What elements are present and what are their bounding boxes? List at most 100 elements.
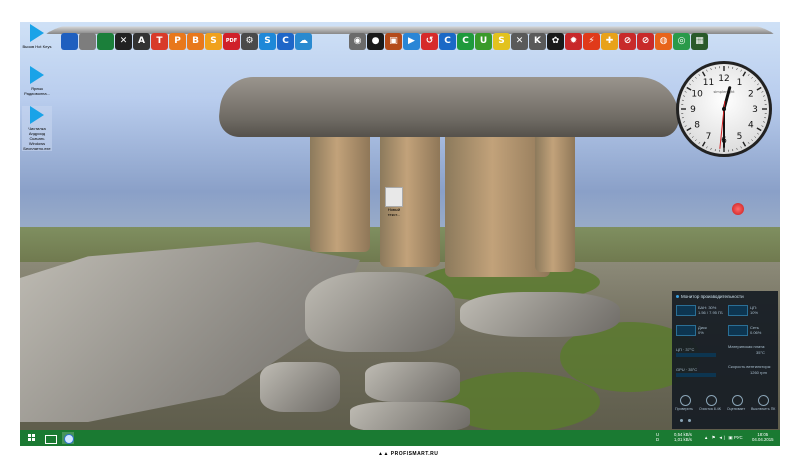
clean-button-label: Очистка 8.4K <box>699 407 722 411</box>
clock-numeral: 9 <box>690 105 696 115</box>
boulder <box>365 362 460 402</box>
ram-graph <box>676 305 696 316</box>
settings-icon[interactable]: ⚙ <box>241 33 258 50</box>
fan-label: Скорость вентилятора: <box>728 364 772 369</box>
gear-red-icon[interactable]: ✹ <box>565 33 582 50</box>
gear-icon[interactable] <box>79 33 96 50</box>
watermark: ▲▲ PROFISMART.RU <box>378 451 439 457</box>
s-icon[interactable]: S <box>205 33 222 50</box>
cpu-temp: ЦП · 37°C <box>676 347 695 352</box>
monitor-icon[interactable] <box>61 33 78 50</box>
desktop-icon-label: Чистилка Андроид Скачать Windows Бесплат… <box>23 126 51 151</box>
c-green-icon[interactable]: C <box>457 33 474 50</box>
desktop: Вызов Hot Keys Ярлык Радиоволна... Чисти… <box>20 22 780 446</box>
camera-icon[interactable]: ◉ <box>349 33 366 50</box>
t-icon[interactable]: T <box>151 33 168 50</box>
watermark-text: PROFISMART.RU <box>390 451 439 457</box>
tools-icon[interactable]: ✕ <box>115 33 132 50</box>
folder-icon <box>45 435 57 444</box>
boulder <box>260 362 340 412</box>
desktop-icon-label: Ярлык Радиоволна... <box>24 86 50 96</box>
info-icon[interactable] <box>680 419 683 422</box>
u-icon[interactable]: U <box>475 33 492 50</box>
cpu-temp-bar <box>676 353 716 357</box>
clean-button[interactable] <box>706 395 717 406</box>
net-graph <box>728 325 748 336</box>
check-button-label: Проверить <box>675 407 693 411</box>
tray-icons[interactable]: ▲ ⚑ ◄) ▣ <box>704 435 733 440</box>
s-yellow-icon[interactable]: S <box>493 33 510 50</box>
arrow-icon[interactable]: ↺ <box>421 33 438 50</box>
clock-numeral: 2 <box>748 90 754 100</box>
globe-icon[interactable] <box>97 33 114 50</box>
start-button[interactable] <box>28 434 36 442</box>
dock-right-group: ◉ ● ▣ ▶ ↺ C C U S ✕ K ✿ ✹ ⚡ ✚ ⊘ ⊘ ◍ ◎ ▦ <box>349 33 708 50</box>
b-icon[interactable]: B <box>187 33 204 50</box>
record-icon[interactable]: ● <box>367 33 384 50</box>
dolmen-pillar <box>310 122 370 252</box>
desktop-icon-new-text[interactable]: Новый текст... <box>383 187 405 217</box>
x-icon[interactable]: ✕ <box>511 33 528 50</box>
cloud-icon[interactable]: ☁ <box>295 33 312 50</box>
boulder <box>460 292 620 337</box>
clock-numeral: 12 <box>718 74 729 84</box>
gauge-icon <box>676 295 679 298</box>
c-blue-icon[interactable]: C <box>439 33 456 50</box>
pdf-icon[interactable]: PDF <box>223 33 240 50</box>
firefox-icon[interactable]: ◍ <box>655 33 672 50</box>
net-arrows: UD <box>656 432 660 442</box>
app-taskbar-icon[interactable] <box>62 432 74 444</box>
net-value: 0.06% <box>750 330 762 335</box>
disk-value: 0% <box>698 330 704 335</box>
cube-icon[interactable]: ▣ <box>385 33 402 50</box>
perf-title: Монитор производительности <box>676 294 744 299</box>
cat-icon[interactable]: ✿ <box>547 33 564 50</box>
shutdown-button[interactable] <box>758 395 769 406</box>
desktop-icon-cleaner[interactable]: Чистилка Андроид Скачать Windows Бесплат… <box>22 106 52 151</box>
gpu-temp-bar <box>676 373 716 377</box>
clock-gadget[interactable]: 123456789101112 simplenight <box>674 59 774 164</box>
flash-icon[interactable]: ⚡ <box>583 33 600 50</box>
no2-icon[interactable]: ⊘ <box>637 33 654 50</box>
shutdown-button-label: Выключить ПК <box>751 407 776 411</box>
puzzle-icon[interactable]: ✚ <box>601 33 618 50</box>
cc-icon[interactable]: C <box>277 33 294 50</box>
dock: ✕ A T P B S PDF ⚙ S C ☁ ◉ ● ▣ ▶ ↺ C C U S ✕ K ✿ ✹ ⚡ ✚ ⊘ ⊘ ◍ ◎ ▦ <box>44 26 776 52</box>
tray-date: 04.04.2015 <box>752 437 774 442</box>
clock-numeral: 3 <box>752 105 758 115</box>
avast-icon[interactable]: A <box>133 33 150 50</box>
window-icon[interactable]: ▦ <box>691 33 708 50</box>
bookmark-icon[interactable]: K <box>529 33 546 50</box>
app-icon <box>64 434 74 444</box>
check-button[interactable] <box>680 395 691 406</box>
play-icon[interactable]: ▶ <box>403 33 420 50</box>
rate-button[interactable] <box>732 395 743 406</box>
record-indicator-icon[interactable] <box>732 203 744 215</box>
desktop-icon-radio[interactable]: Ярлык Радиоволна... <box>22 66 52 96</box>
tray-clock[interactable]: 18:05 04.04.2015 <box>752 432 774 442</box>
text-file-icon <box>385 187 403 207</box>
language-indicator[interactable]: РУС <box>734 435 743 440</box>
desktop-icon-hotkeys[interactable]: Вызов Hot Keys <box>22 24 52 49</box>
rate-button-label: Оценивает <box>726 407 746 411</box>
file-explorer-taskbar-icon[interactable] <box>44 432 57 444</box>
desktop-icon-label: Новый текст... <box>387 207 401 217</box>
analog-clock: 123456789101112 simplenight <box>676 61 772 157</box>
clock-numeral: 5 <box>737 132 743 142</box>
clock-numeral: 11 <box>703 78 714 88</box>
play-icon <box>28 66 46 84</box>
play-icon <box>28 24 46 42</box>
desktop-icon-label: Вызов Hot Keys <box>22 44 52 49</box>
skype-icon[interactable]: S <box>259 33 276 50</box>
p-icon[interactable]: P <box>169 33 186 50</box>
cpu-value: 10% <box>750 310 759 315</box>
clock-numeral: 1 <box>737 78 743 88</box>
no-icon[interactable]: ⊘ <box>619 33 636 50</box>
board-temp-label: Материнская плата: <box>728 344 766 349</box>
settings-icon[interactable] <box>688 419 691 422</box>
play-icon <box>28 106 46 124</box>
chrome-icon[interactable]: ◎ <box>673 33 690 50</box>
fan-value: 1260 rpm <box>750 370 767 375</box>
boulder <box>305 272 455 352</box>
board-temp-value: 35°C <box>756 350 765 355</box>
